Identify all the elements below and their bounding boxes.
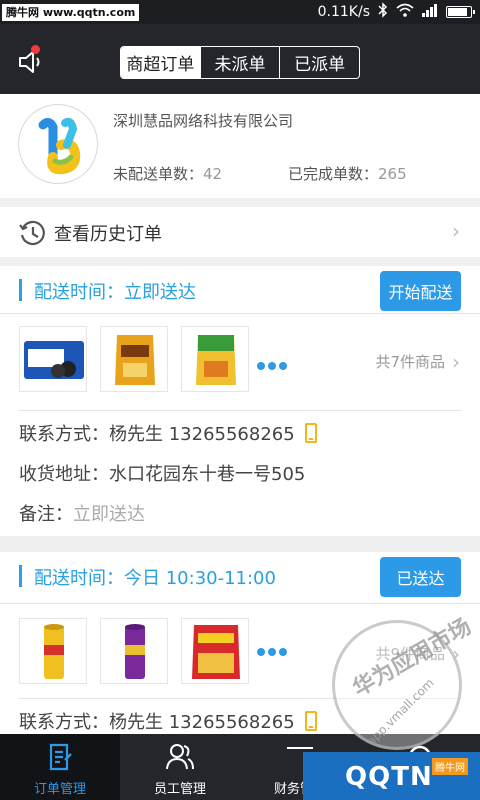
product-image-snack-orange[interactable] bbox=[100, 326, 168, 392]
watermark-brand-small: 腾牛网 bbox=[432, 758, 468, 775]
address-line: 收货地址：水口花园东十巷一号505 bbox=[19, 464, 306, 485]
note-line: 备注：立即送达 bbox=[19, 500, 145, 526]
order-header: 配送时间：今日 10:30-11:00 已送达 bbox=[0, 552, 480, 604]
nav-label: 员工管理 bbox=[153, 782, 206, 797]
undelivered-value: 42 bbox=[203, 165, 223, 183]
order-tabs: 商超订单 未派单 已派单 bbox=[120, 46, 360, 79]
tab-store-orders[interactable]: 商超订单 bbox=[121, 47, 200, 78]
signal-icon bbox=[422, 3, 438, 21]
contact-text: 联系方式：杨先生 13265568265 bbox=[19, 424, 295, 445]
company-logo bbox=[18, 104, 98, 184]
undelivered-label: 未配送单数： bbox=[113, 165, 204, 183]
accent-bar bbox=[19, 279, 22, 301]
phone-icon[interactable] bbox=[304, 423, 317, 443]
product-image-chips-purple[interactable] bbox=[100, 618, 168, 684]
contact-line: 联系方式：杨先生 13265568265 bbox=[19, 420, 317, 446]
product-thumbnails bbox=[19, 326, 249, 392]
battery-icon bbox=[446, 6, 475, 18]
phone-icon[interactable] bbox=[304, 711, 317, 731]
contact-line: 联系方式：杨先生 13265568265 bbox=[19, 708, 317, 734]
completed-label: 已完成单数： bbox=[288, 165, 379, 183]
note-label: 备注： bbox=[19, 504, 73, 525]
tab-unassigned[interactable]: 未派单 bbox=[199, 47, 280, 78]
more-dots-icon[interactable] bbox=[257, 648, 287, 656]
note-value: 立即送达 bbox=[73, 504, 145, 525]
status-icons: 0.11K/s bbox=[317, 2, 475, 22]
bluetooth-icon bbox=[378, 2, 388, 22]
company-card: 深圳慧品网络科技有限公司 未配送单数：42 已完成单数：265 bbox=[0, 94, 480, 198]
chevron-right-icon[interactable]: › bbox=[452, 350, 460, 374]
nav-label: 订单管理 bbox=[33, 782, 86, 797]
watermark-site: 腾牛网 www.qqtn.com bbox=[2, 4, 140, 21]
wifi-icon bbox=[396, 3, 414, 21]
product-image-chips-yellow[interactable] bbox=[19, 618, 87, 684]
delivery-time: 配送时间：今日 10:30-11:00 bbox=[34, 568, 276, 589]
delivery-time: 配送时间：立即送达 bbox=[34, 282, 196, 303]
divider bbox=[19, 410, 461, 411]
completed-count: 已完成单数：265 bbox=[288, 163, 407, 184]
more-dots-icon[interactable] bbox=[257, 362, 287, 370]
tab-assigned[interactable]: 已派单 bbox=[279, 47, 359, 78]
history-clock-icon bbox=[18, 219, 46, 247]
nav-staff-management[interactable]: 员工管理 bbox=[120, 734, 240, 800]
network-speed: 0.11K/s bbox=[317, 4, 370, 20]
delivered-button[interactable]: 已送达 bbox=[380, 557, 461, 597]
users-icon bbox=[165, 742, 195, 772]
app-header: 商超订单 未派单 已派单 bbox=[0, 24, 480, 94]
chevron-right-icon: › bbox=[452, 219, 460, 243]
product-image-snack-green[interactable] bbox=[181, 326, 249, 392]
order-list-icon bbox=[45, 742, 75, 772]
history-orders-label: 查看历史订单 bbox=[54, 224, 162, 245]
product-image-chips-bag[interactable] bbox=[181, 618, 249, 684]
product-thumbnails bbox=[19, 618, 249, 684]
item-count[interactable]: 共7件商品 bbox=[375, 351, 445, 372]
start-delivery-button[interactable]: 开始配送 bbox=[380, 271, 461, 311]
accent-bar bbox=[19, 565, 22, 587]
undelivered-count: 未配送单数：42 bbox=[113, 163, 222, 184]
watermark-brand: QQTN bbox=[345, 762, 433, 792]
order-card: 配送时间：立即送达 开始配送 共7件商品 › 联系方式：杨先生 13265568… bbox=[0, 266, 480, 536]
company-name: 深圳慧品网络科技有限公司 bbox=[113, 112, 294, 130]
history-orders-row[interactable]: 查看历史订单 › bbox=[0, 207, 480, 257]
product-image-icecream[interactable] bbox=[19, 326, 87, 392]
status-bar: 腾牛网 www.qqtn.com 0.11K/s bbox=[0, 0, 480, 24]
contact-text: 联系方式：杨先生 13265568265 bbox=[19, 712, 295, 733]
completed-value: 265 bbox=[378, 165, 407, 183]
nav-order-management[interactable]: 订单管理 bbox=[0, 734, 120, 800]
notification-dot bbox=[31, 45, 40, 54]
order-header: 配送时间：立即送达 开始配送 bbox=[0, 266, 480, 314]
